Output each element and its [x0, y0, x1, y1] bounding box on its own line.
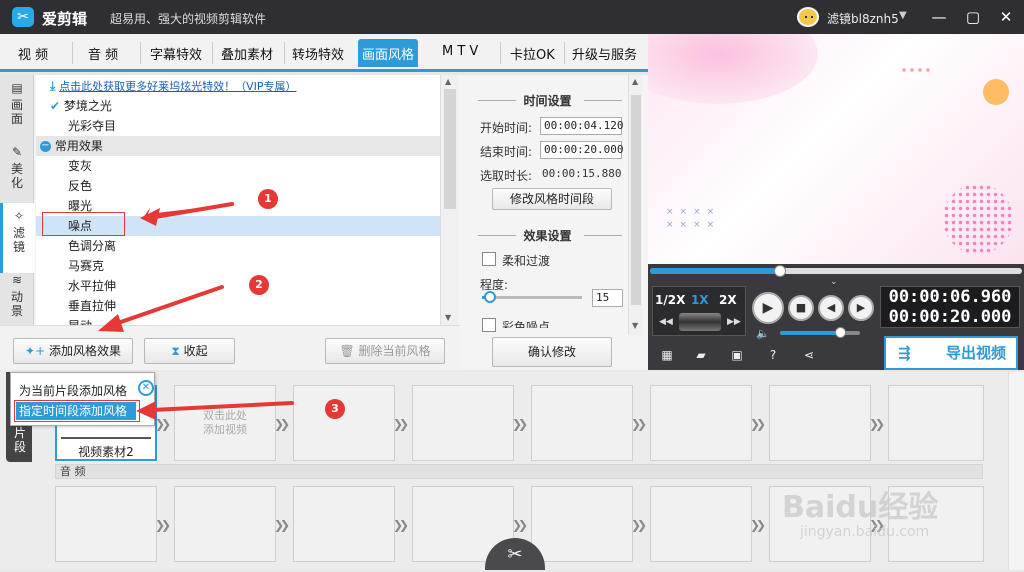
annotation-marker-3: 3 [325, 399, 345, 419]
annotation-arrow-1-shaft [153, 202, 234, 219]
annotation-marker-2: 2 [249, 275, 269, 295]
annotation-arrow-2-shaft [113, 285, 224, 326]
annotation-marker-1: 1 [258, 189, 278, 209]
annotation-arrow-3-head [136, 401, 156, 420]
annotation-arrow-1-head [140, 208, 160, 226]
annotation-arrow-2-head [98, 314, 124, 332]
annotation-arrow-3-shaft [150, 401, 294, 412]
watermark-brand: Baidu经验 [782, 490, 939, 525]
watermark-url: jingyan.baidu.com [800, 524, 930, 540]
